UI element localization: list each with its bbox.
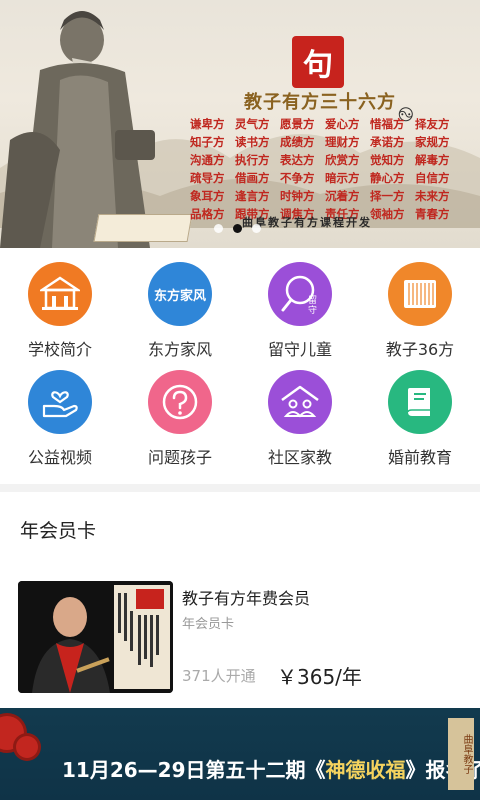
phrase-item: 逢言方 — [235, 189, 270, 203]
side-seal-decoration: 曲阜教子 — [448, 718, 474, 790]
phrase-item: 自信方 — [415, 171, 450, 185]
phrase-item: 领袖方 — [370, 207, 405, 221]
phrase-item: 欣赏方 — [325, 153, 360, 167]
menu-label: 留守儿童 — [267, 340, 332, 359]
phrase-item: 择一方 — [370, 189, 405, 203]
menu-label: 社区家教 — [267, 448, 332, 467]
phrase-item: 知子方 — [190, 135, 225, 149]
category-menu: 学校简介 东方家风 东方家风 留守 留守儿童 教子36方 公益视频 问题孩子 社… — [0, 248, 480, 484]
brand-seal-logo: 句 — [292, 36, 344, 88]
event-promo-banner[interactable]: 11月26—29日第五十二期《神德收福》报名了 曲阜教子 — [0, 708, 480, 800]
phrase-item: 愿景方 — [280, 117, 315, 131]
school-building-icon — [28, 262, 92, 326]
menu-item-charity-video[interactable]: 公益视频 — [0, 366, 120, 484]
heart-hand-icon — [28, 370, 92, 434]
membership-card-item[interactable]: 教子有方年费会员 年会员卡 371人开通 ￥365/年 — [18, 581, 468, 695]
phrase-item: 觉知方 — [370, 153, 405, 167]
membership-subscriber-count: 371人开通 — [182, 667, 256, 685]
phrase-item: 沟通方 — [190, 153, 225, 167]
banner-title: 教子有方三十六方 — [244, 92, 396, 113]
menu-label: 公益视频 — [27, 448, 92, 467]
membership-subtitle: 年会员卡 — [182, 617, 235, 632]
phrase-item: 青春方 — [415, 207, 450, 221]
menu-label: 婚前教育 — [387, 448, 452, 467]
menu-item-36-methods[interactable]: 教子36方 — [360, 248, 480, 366]
phrase-item: 成绩方 — [280, 135, 315, 149]
dongfang-jiafeng-logo-icon: 东方家风 — [148, 262, 212, 326]
membership-thumbnail — [18, 581, 173, 693]
phrase-item: 品格方 — [190, 207, 225, 221]
section-title: 年会员卡 — [20, 520, 97, 542]
membership-price: ￥365/年 — [277, 665, 362, 689]
top-banner-carousel[interactable]: 句 教子有方三十六方 ࿊ 谦卑方 灵气方 愿景方 爱心方 惜福方 择友方 知子方 读书方 成绩方… — [0, 0, 480, 248]
phrase-item: 不争方 — [280, 171, 315, 185]
phrase-item: 择友方 — [415, 117, 450, 131]
event-promo-text: 11月26—29日第五十二期《神德收福》报名了 — [62, 758, 480, 782]
phrase-item: 理财方 — [325, 135, 360, 149]
lantern-decoration — [16, 736, 38, 758]
menu-item-problem-children[interactable]: 问题孩子 — [120, 366, 240, 484]
community-house-icon — [268, 370, 332, 434]
menu-item-premarital-education[interactable]: 婚前教育 — [360, 366, 480, 484]
phrase-item: 疏导方 — [190, 171, 225, 185]
phrase-item: 静心方 — [370, 171, 405, 185]
phrase-item: 灵气方 — [235, 117, 270, 131]
carousel-dot[interactable] — [214, 224, 223, 233]
phrase-grid: 谦卑方 灵气方 愿景方 爱心方 惜福方 择友方知子方 读书方 成绩方 理财方 承诺方 家规方沟通方执… — [190, 116, 460, 222]
phrase-item: 表达方 — [280, 153, 315, 167]
question-icon — [148, 370, 212, 434]
book-icon — [388, 370, 452, 434]
phrase-item: 沉着方 — [325, 189, 360, 203]
phrase-item: 执行方 — [235, 153, 270, 167]
menu-label: 问题孩子 — [147, 448, 212, 467]
menu-item-community-education[interactable]: 社区家教 — [240, 366, 360, 484]
menu-item-dongfang-jiafeng[interactable]: 东方家风 东方家风 — [120, 248, 240, 366]
phrase-item: 时钟方 — [280, 189, 315, 203]
banner-subtitle: 曲阜教子有方课程开发 — [242, 216, 372, 229]
phrase-item: 未来方 — [415, 189, 450, 203]
menu-item-left-behind-children[interactable]: 留守 留守儿童 — [240, 248, 360, 366]
phrase-item: 爱心方 — [325, 117, 360, 131]
phrase-item: 承诺方 — [370, 135, 405, 149]
phrase-item: 家规方 — [415, 135, 450, 149]
menu-label: 教子36方 — [385, 340, 455, 359]
bamboo-scroll-icon — [388, 262, 452, 326]
open-book-illustration — [93, 214, 193, 242]
phrase-item: 读书方 — [235, 135, 270, 149]
phrase-item: 象耳方 — [190, 189, 225, 203]
carousel-dot-active[interactable] — [233, 224, 242, 233]
membership-section: 年会员卡 教子有方年费会员 年会员卡 371人开通 ￥365/年 — [0, 492, 480, 708]
menu-item-school-intro[interactable]: 学校简介 — [0, 248, 120, 366]
magnifier-child-icon: 留守 — [268, 262, 332, 326]
phrase-item: 解毒方 — [415, 153, 450, 167]
carousel-indicators — [214, 224, 261, 233]
phrase-item: 惜福方 — [370, 117, 405, 131]
phrase-item: 谦卑方 — [190, 117, 225, 131]
phrase-item: 暗示方 — [325, 171, 360, 185]
membership-name: 教子有方年费会员 — [182, 589, 311, 608]
carousel-dot[interactable] — [252, 224, 261, 233]
menu-label: 东方家风 — [147, 340, 212, 359]
menu-label: 学校简介 — [27, 340, 92, 359]
phrase-item: 借画方 — [235, 171, 270, 185]
